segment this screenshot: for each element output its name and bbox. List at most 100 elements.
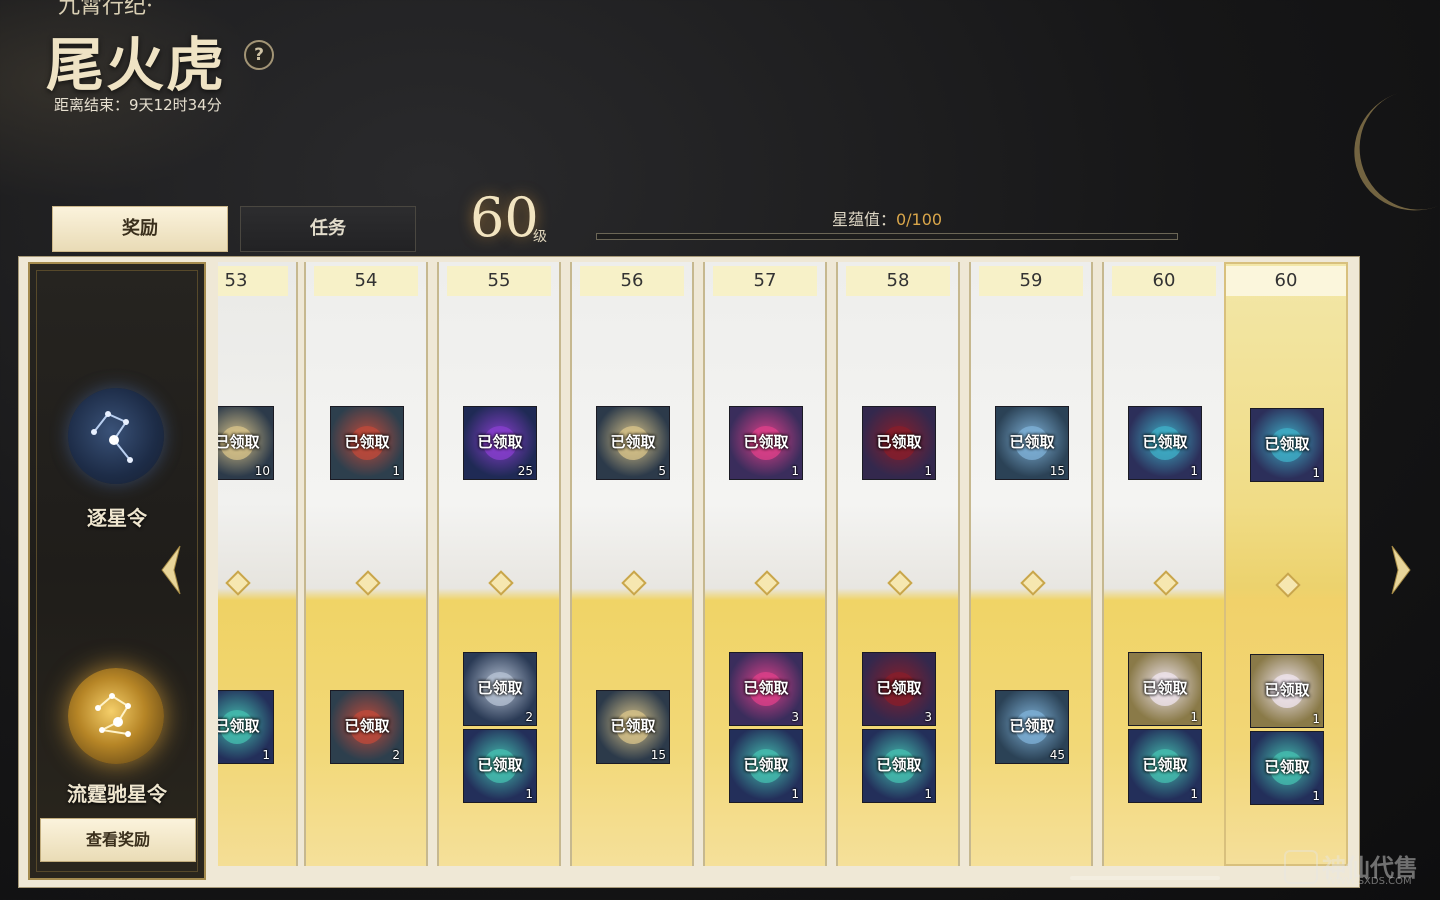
claimed-label: 已领取 [876,433,922,451]
tier1-name: 逐星令 [87,506,147,530]
claimed-label: 已领取 [344,717,390,735]
item-quantity: 1 [1190,787,1198,801]
claimed-label: 已领取 [1264,758,1310,776]
background-moon-decoration [1337,72,1440,228]
premium-reward-item[interactable]: 已领取 1 [1128,652,1202,726]
claimed-label: 已领取 [1142,756,1188,774]
constellation-orb-icon [68,388,164,484]
reward-column-level-53[interactable]: 53 已领取 10 已领取 1 [218,262,298,866]
horizontal-scrollbar[interactable] [1070,876,1220,880]
premium-reward-item[interactable]: 已领取 1 [1250,654,1324,728]
claimed-label: 已领取 [743,679,789,697]
reward-column-level-56[interactable]: 56 已领取 5 已领取 15 [570,262,694,866]
tier-divider-icon [1275,572,1301,598]
claimed-label: 已领取 [743,756,789,774]
tier-divider-icon [488,570,514,596]
reward-column-level-57[interactable]: 57 已领取 1 已领取 3 已领取 1 [703,262,827,866]
reward-column-level-60[interactable]: 60 已领取 1 已领取 1 已领取 1 [1102,262,1226,866]
premium-reward-item[interactable]: 已领取 1 [729,729,803,803]
item-quantity: 25 [517,464,533,478]
item-quantity: 45 [1049,748,1065,762]
level-number: 60 [470,186,539,249]
item-quantity: 1 [1312,712,1320,726]
premium-reward-item[interactable]: 已领取 2 [463,652,537,726]
free-reward-item[interactable]: 已领取 5 [596,406,670,480]
claimed-label: 已领取 [876,756,922,774]
reward-column-level-58[interactable]: 58 已领取 1 已领取 3 已领取 1 [836,262,960,866]
star-value-label: 星蕴值：0/100 [596,206,1178,230]
claimed-label: 已领取 [610,717,656,735]
premium-reward-item[interactable]: 已领取 3 [729,652,803,726]
claimed-label: 已领取 [344,433,390,451]
column-level-label: 57 [713,266,817,296]
free-reward-item[interactable]: 已领取 1 [862,406,936,480]
free-reward-item[interactable]: 已领取 1 [1128,406,1202,480]
event-subtitle: 九霄行纪· [58,0,153,19]
claimed-label: 已领取 [876,679,922,697]
column-level-label: 56 [580,266,684,296]
item-quantity: 5 [658,464,666,478]
level-unit: 级 [533,229,547,245]
premium-reward-item[interactable]: 已领取 15 [596,690,670,764]
tier-divider-icon [355,570,381,596]
item-quantity: 1 [392,464,400,478]
reward-columns[interactable]: 53 已领取 10 已领取 1 54 已领取 1 已领取 2 55 已领取 25 已领取 2 已领取 1 56 已领… [218,262,1358,868]
item-quantity: 1 [525,787,533,801]
premium-reward-item[interactable]: 已领取 1 [1250,731,1324,805]
item-quantity: 1 [924,464,932,478]
item-quantity: 2 [525,710,533,724]
tier2-name: 流霆驰星令 [67,782,167,806]
item-quantity: 3 [791,710,799,724]
claimed-label: 已领取 [1142,433,1188,451]
scroll-right-arrow-icon[interactable] [1388,544,1416,596]
free-reward-item[interactable]: 已领取 15 [995,406,1069,480]
reward-column-level-59[interactable]: 59 已领取 15 已领取 45 [969,262,1093,866]
item-quantity: 1 [1190,464,1198,478]
view-rewards-button[interactable]: 查看奖励 [40,818,196,862]
claimed-label: 已领取 [477,679,523,697]
column-level-label: 54 [314,266,418,296]
premium-reward-item[interactable]: 已领取 3 [862,652,936,726]
premium-reward-item[interactable]: 已领取 1 [1128,729,1202,803]
claimed-label: 已领取 [1264,435,1310,453]
item-quantity: 1 [1312,466,1320,480]
reward-column-level-55[interactable]: 55 已领取 25 已领取 2 已领取 1 [437,262,561,866]
claimed-label: 已领取 [610,433,656,451]
tier-divider-icon [1153,570,1179,596]
watermark-logo-icon [1284,850,1318,884]
premium-reward-item[interactable]: 已领取 1 [862,729,936,803]
countdown-text: 距离结束：9天12时34分 [54,96,222,114]
claimed-label: 已领取 [218,433,260,451]
free-reward-item[interactable]: 已领取 1 [330,406,404,480]
premium-reward-item[interactable]: 已领取 2 [330,690,404,764]
free-reward-item[interactable]: 已领取 10 [218,406,274,480]
column-level-label: 55 [447,266,551,296]
item-quantity: 15 [650,748,666,762]
item-quantity: 15 [1049,464,1065,478]
claimed-label: 已领取 [477,433,523,451]
tab-rewards[interactable]: 奖励 [52,206,228,252]
tab-tasks[interactable]: 任务 [240,206,416,252]
claimed-label: 已领取 [1009,433,1055,451]
column-level-label: 53 [218,266,288,296]
item-quantity: 1 [791,787,799,801]
premium-reward-item[interactable]: 已领取 1 [463,729,537,803]
column-level-label: 58 [846,266,950,296]
page-title: 尾火虎 [46,31,227,99]
free-reward-item[interactable]: 已领取 1 [729,406,803,480]
claimed-label: 已领取 [1009,717,1055,735]
tier-divider-icon [887,570,913,596]
item-quantity: 1 [1312,789,1320,803]
scroll-left-arrow-icon[interactable] [156,544,184,596]
reward-column-level-60[interactable]: 60 已领取 1 已领取 1 已领取 1 [1224,262,1348,866]
item-quantity: 1 [262,748,270,762]
item-quantity: 1 [791,464,799,478]
reward-column-level-54[interactable]: 54 已领取 1 已领取 2 [304,262,428,866]
help-icon[interactable]: ? [244,40,274,70]
item-quantity: 1 [1190,710,1198,724]
free-reward-item[interactable]: 已领取 1 [1250,408,1324,482]
premium-reward-item[interactable]: 已领取 45 [995,690,1069,764]
free-reward-item[interactable]: 已领取 25 [463,406,537,480]
claimed-label: 已领取 [1142,679,1188,697]
premium-reward-item[interactable]: 已领取 1 [218,690,274,764]
